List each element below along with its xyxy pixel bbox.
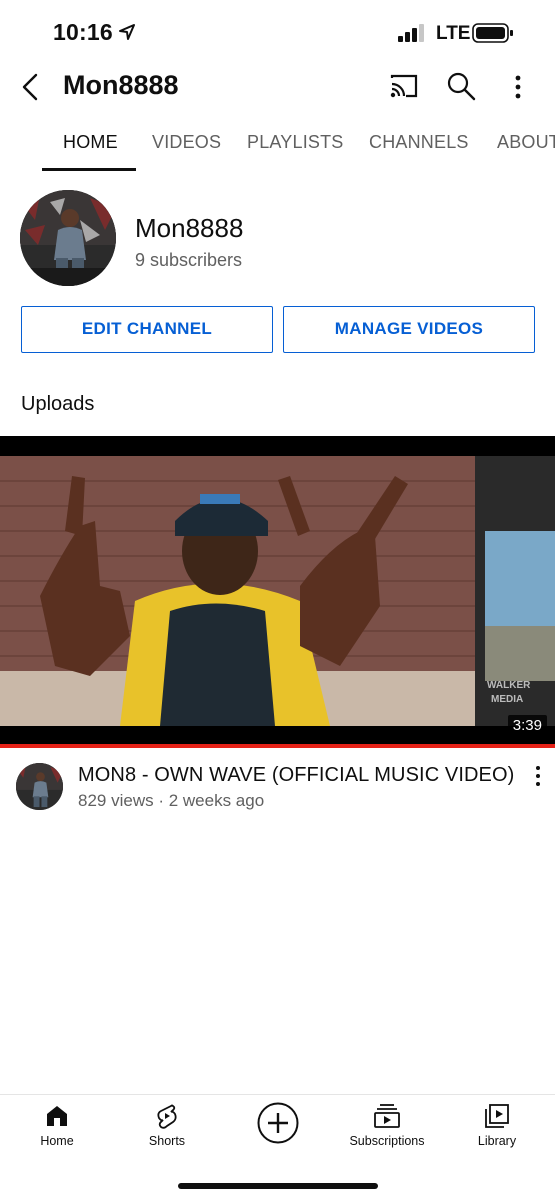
- nav-library-label: Library: [477, 1134, 517, 1148]
- video-duration-badge: 3:39: [507, 715, 547, 736]
- edit-channel-button[interactable]: EDIT CHANNEL: [21, 306, 273, 353]
- channel-avatar[interactable]: [20, 190, 116, 286]
- tab-playlists[interactable]: PLAYLISTS: [247, 132, 344, 153]
- nav-home[interactable]: Home: [7, 1103, 107, 1148]
- nav-library[interactable]: Library: [447, 1103, 547, 1148]
- nav-subscriptions[interactable]: Subscriptions: [337, 1103, 437, 1148]
- home-indicator[interactable]: [178, 1183, 378, 1189]
- status-bar: 10:16 LTE: [0, 0, 555, 66]
- nav-shorts-label: Shorts: [148, 1134, 186, 1148]
- video-meta: 829 views · 2 weeks ago: [78, 791, 265, 810]
- manage-videos-button[interactable]: MANAGE VIDEOS: [283, 306, 535, 353]
- watch-progress-bar: [0, 744, 555, 748]
- nav-subscriptions-label: Subscriptions: [349, 1134, 425, 1148]
- nav-shorts[interactable]: Shorts: [117, 1103, 217, 1148]
- uploads-section-heading: Uploads: [21, 393, 95, 415]
- cast-icon[interactable]: [388, 72, 420, 100]
- tab-channels[interactable]: CHANNELS: [369, 132, 469, 153]
- back-arrow-icon[interactable]: [18, 72, 44, 102]
- channel-name: Mon8888: [135, 213, 244, 243]
- video-channel-avatar[interactable]: [16, 763, 63, 810]
- video-thumbnail[interactable]: WALKER MEDIA 3:39: [0, 436, 555, 748]
- nav-create[interactable]: [228, 1101, 328, 1145]
- subscriptions-icon: [374, 1104, 400, 1128]
- channel-tabs: HOME VIDEOS PLAYLISTS CHANNELS ABOUT: [0, 112, 555, 172]
- battery-icon: [472, 23, 513, 43]
- active-tab-indicator: [42, 168, 136, 171]
- tab-videos[interactable]: VIDEOS: [152, 132, 221, 153]
- carrier-label: LTE: [436, 23, 471, 44]
- video-more-icon[interactable]: [530, 765, 546, 787]
- home-icon: [47, 1106, 67, 1126]
- create-icon: [257, 1102, 299, 1144]
- video-title[interactable]: MON8 - OWN WAVE (OFFICIAL MUSIC VIDEO): [78, 764, 514, 787]
- nav-home-label: Home: [40, 1134, 74, 1148]
- page-title: Mon8888: [63, 70, 179, 100]
- location-arrow-icon: [119, 24, 135, 40]
- more-vertical-icon[interactable]: [506, 72, 530, 102]
- svg-text:MEDIA: MEDIA: [491, 694, 523, 705]
- search-icon[interactable]: [446, 71, 476, 101]
- shorts-icon: [157, 1104, 177, 1129]
- tab-about[interactable]: ABOUT: [497, 132, 555, 153]
- cellular-signal-icon: [398, 24, 424, 42]
- library-icon: [485, 1104, 509, 1128]
- svg-text:WALKER: WALKER: [487, 680, 531, 691]
- app-header: Mon8888: [0, 62, 555, 112]
- tab-home[interactable]: HOME: [63, 132, 118, 153]
- subscriber-count: 9 subscribers: [135, 250, 243, 270]
- status-time: 10:16: [53, 19, 113, 45]
